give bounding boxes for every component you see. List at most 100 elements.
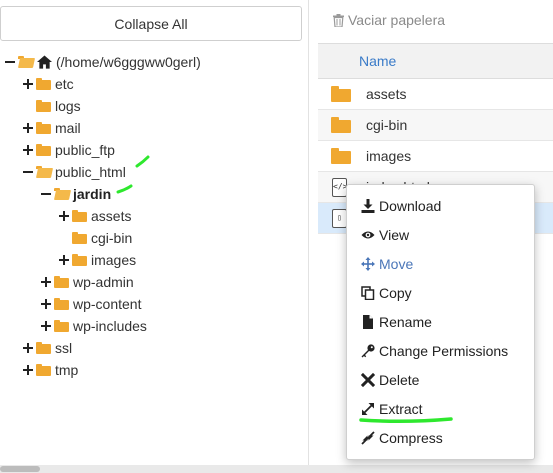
menu-label: Delete	[379, 371, 420, 388]
tree-label: wp-includes	[73, 318, 147, 334]
file-row-cgi-bin[interactable]: cgi-bin	[318, 110, 553, 141]
horizontal-scrollbar[interactable]	[0, 465, 553, 473]
download-icon	[361, 198, 375, 213]
expand-icon[interactable]	[22, 342, 34, 354]
collapse-icon[interactable]	[4, 56, 16, 68]
folder-icon	[36, 364, 51, 376]
collapse-icon[interactable]	[22, 166, 34, 178]
key-icon	[361, 343, 375, 357]
file-row-images[interactable]: images	[318, 141, 553, 172]
file-name: cgi-bin	[366, 117, 408, 133]
tree-label: ssl	[55, 340, 73, 356]
tree-label: wp-content	[73, 296, 142, 312]
name-column-header[interactable]: Name	[318, 43, 553, 79]
folder-icon	[54, 276, 69, 288]
folder-icon	[54, 320, 69, 332]
menu-item-rename[interactable]: Rename	[347, 308, 536, 335]
menu-label: View	[379, 226, 410, 243]
annotation-underline	[359, 417, 453, 424]
tree-node-public-ftp[interactable]: public_ftp	[22, 140, 115, 160]
tree-label: assets	[91, 208, 132, 224]
tree-node-wp-includes[interactable]: wp-includes	[40, 316, 147, 336]
collapse-all-button[interactable]: Collapse All	[0, 6, 302, 41]
tree-node-etc[interactable]: etc	[22, 74, 74, 94]
folder-icon	[72, 232, 87, 244]
tree-node-jardin[interactable]: jardin	[40, 184, 111, 204]
tree-label: images	[91, 252, 137, 268]
menu-item-copy[interactable]: Copy	[347, 279, 536, 306]
column-label: Name	[359, 53, 397, 69]
tree-node-ssl[interactable]: ssl	[22, 338, 72, 358]
menu-item-delete[interactable]: Delete	[347, 366, 536, 393]
annotation-mark	[135, 155, 150, 168]
expand-icon[interactable]	[22, 364, 34, 376]
annotation-mark	[116, 184, 133, 194]
menu-item-move[interactable]: Move	[347, 250, 536, 277]
folder-icon	[331, 117, 351, 133]
expand-icon[interactable]	[40, 320, 52, 332]
tree-node-home[interactable]: (/home/w6gggww0gerl)	[4, 52, 201, 72]
tree-node-mail[interactable]: mail	[22, 118, 81, 138]
tree-label: public_html	[55, 164, 126, 180]
tree-label: (/home/w6gggww0gerl)	[56, 54, 201, 70]
menu-label: Copy	[379, 284, 412, 301]
home-icon	[37, 55, 52, 69]
folder-icon	[72, 210, 87, 222]
tree-node-tmp[interactable]: tmp	[22, 360, 78, 380]
menu-item-compress[interactable]: Compress	[347, 424, 536, 451]
folder-icon	[36, 342, 51, 354]
tree-label: tmp	[55, 362, 79, 378]
folder-open-icon	[18, 56, 33, 68]
file-icon	[363, 314, 373, 329]
file-name: assets	[366, 86, 407, 102]
menu-label: Download	[379, 197, 442, 214]
menu-label: Change Permissions	[379, 342, 509, 359]
tree-node-wp-admin[interactable]: wp-admin	[40, 272, 134, 292]
tree-node-cgi-bin[interactable]: cgi-bin	[72, 228, 132, 248]
archive-file-icon: ▯	[332, 208, 347, 228]
folder-open-icon	[36, 166, 51, 178]
menu-item-change-permissions[interactable]: Change Permissions	[347, 337, 536, 364]
expand-icon[interactable]	[22, 78, 34, 90]
tree-label: public_ftp	[55, 142, 115, 158]
folder-icon	[72, 254, 87, 266]
expand-icon[interactable]	[40, 298, 52, 310]
trash-icon	[333, 13, 344, 27]
copy-icon	[361, 285, 375, 300]
expand-icon[interactable]	[58, 254, 70, 266]
menu-item-download[interactable]: Download	[347, 192, 536, 219]
menu-label: Move	[379, 255, 414, 272]
folder-tree-panel: Collapse All (/home/w6gggww0gerl) etc lo…	[0, 0, 309, 473]
tree-label: etc	[55, 76, 74, 92]
empty-trash-label: Vaciar papelera	[348, 12, 446, 28]
tree-node-logs[interactable]: logs	[36, 96, 81, 116]
folder-icon	[331, 148, 351, 164]
tree-node-assets[interactable]: assets	[58, 206, 131, 226]
file-row-assets[interactable]: assets	[318, 79, 553, 110]
collapse-icon[interactable]	[40, 188, 52, 200]
tree-node-public-html[interactable]: public_html	[22, 162, 126, 182]
menu-label: Extract	[379, 400, 423, 417]
eye-icon	[361, 231, 375, 238]
tree-node-wp-content[interactable]: wp-content	[40, 294, 141, 314]
file-table: Name	[318, 43, 553, 79]
tree-label: wp-admin	[73, 274, 134, 290]
expand-icon[interactable]	[22, 144, 34, 156]
compress-icon	[361, 430, 375, 445]
expand-icon[interactable]	[40, 276, 52, 288]
tree-label: mail	[55, 120, 81, 136]
menu-label: Rename	[379, 313, 432, 330]
folder-icon	[54, 298, 69, 310]
tree-label: logs	[55, 98, 81, 114]
empty-trash-button[interactable]: Vaciar papelera	[333, 10, 445, 30]
expand-icon	[362, 402, 374, 415]
menu-item-view[interactable]: View	[347, 221, 536, 248]
context-menu: Download View Move Copy Rename Change Pe…	[346, 184, 535, 460]
folder-icon	[331, 86, 351, 102]
menu-label: Compress	[379, 429, 443, 446]
tree-node-images[interactable]: images	[58, 250, 136, 270]
scrollbar-thumb[interactable]	[0, 466, 40, 472]
expand-icon[interactable]	[22, 122, 34, 134]
expand-icon[interactable]	[58, 210, 70, 222]
folder-icon	[36, 78, 51, 90]
